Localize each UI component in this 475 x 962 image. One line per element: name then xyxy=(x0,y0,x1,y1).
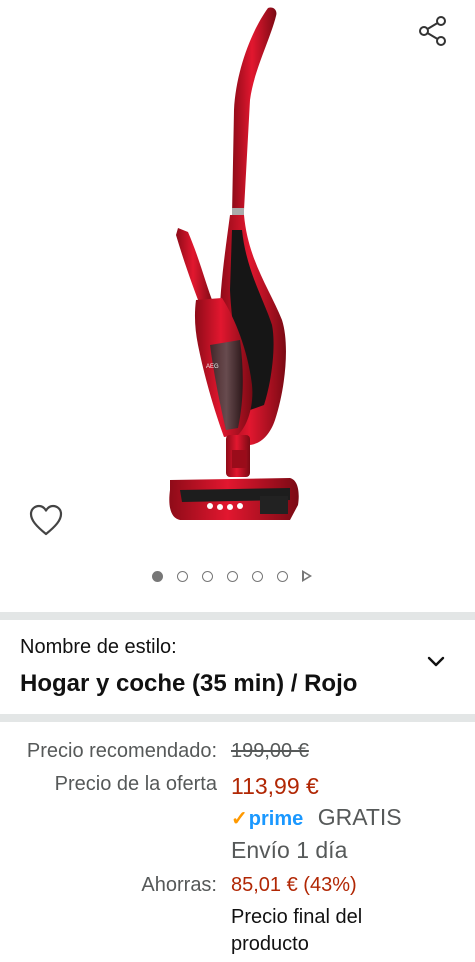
savings-value: 85,01 € (43%) xyxy=(231,874,357,896)
share-icon[interactable] xyxy=(416,14,450,48)
price-block: Precio recomendado: 199,00 € Precio de l… xyxy=(0,722,475,962)
play-icon[interactable] xyxy=(302,570,312,582)
prime-shipping: ✓ prime GRATIS xyxy=(231,804,402,831)
pager-dot[interactable] xyxy=(202,570,213,582)
chevron-down-icon[interactable] xyxy=(424,650,448,674)
heart-icon[interactable] xyxy=(28,503,64,537)
free-shipping-label: GRATIS xyxy=(317,804,402,830)
pager-dot-active[interactable] xyxy=(152,570,163,582)
product-image[interactable]: AEG xyxy=(140,0,330,530)
final-price-note: Precio final del producto xyxy=(231,906,363,955)
prime-check-icon: ✓ xyxy=(231,808,248,830)
section-divider xyxy=(0,714,475,722)
prime-logo: ✓ prime xyxy=(231,806,303,831)
pager-dot[interactable] xyxy=(277,570,288,582)
rrp-value: 199,00 € xyxy=(231,740,309,762)
rrp-label: Precio recomendado: xyxy=(26,740,217,762)
delivery-time: Envío 1 día xyxy=(231,837,348,863)
style-value: Hogar y coche (35 min) / Rojo xyxy=(20,670,358,697)
section-divider xyxy=(0,612,475,620)
style-selector[interactable]: Nombre de estilo: Hogar y coche (35 min)… xyxy=(0,620,475,714)
style-label: Nombre de estilo: xyxy=(20,636,177,658)
offer-label: Precio de la oferta xyxy=(54,773,217,795)
pager-dot[interactable] xyxy=(227,570,238,582)
pager-dot[interactable] xyxy=(252,570,263,582)
savings-label: Ahorras: xyxy=(141,874,217,896)
image-pager[interactable] xyxy=(152,568,312,584)
prime-text: prime xyxy=(248,808,304,830)
svg-text:AEG: AEG xyxy=(206,364,219,370)
product-image-gallery[interactable]: AEG xyxy=(0,0,475,612)
offer-price: 113,99 € xyxy=(231,773,319,799)
pager-dot[interactable] xyxy=(177,570,188,582)
